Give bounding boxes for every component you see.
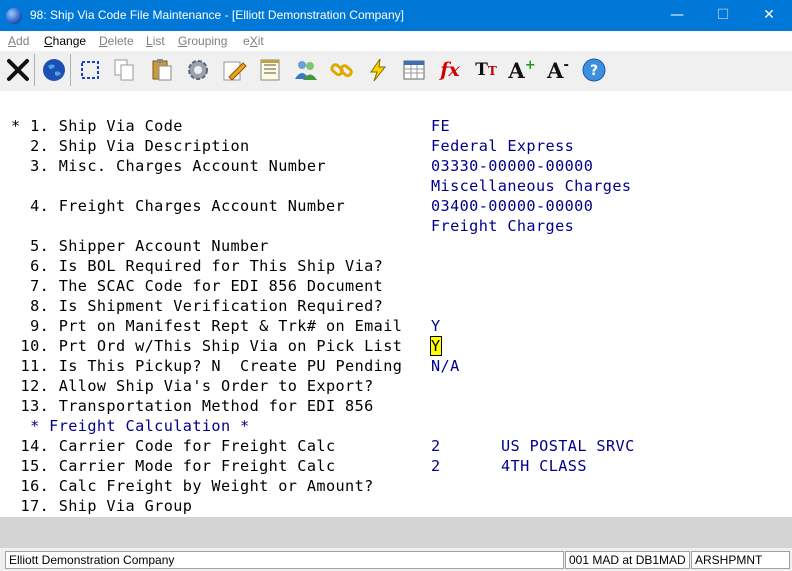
menu-exit[interactable]: eXit	[243, 34, 264, 48]
menu-list[interactable]: List	[146, 34, 165, 48]
spreadsheet-icon[interactable]	[398, 54, 430, 86]
carrier-mode-desc: 4TH CLASS	[501, 457, 587, 475]
copy-icon[interactable]	[108, 54, 140, 86]
misc-charges-account-desc: Miscellaneous Charges	[431, 177, 632, 195]
field-8-label: 8. Is Shipment Verification Required?	[11, 297, 384, 315]
field-3-label: 3. Misc. Charges Account Number	[11, 157, 326, 175]
edit-icon[interactable]	[218, 54, 250, 86]
print-pick-list-input[interactable]: Y	[430, 336, 442, 357]
field-12-label: 12. Allow Ship Via's Order to Export?	[11, 377, 374, 395]
menu-grouping[interactable]: Grouping	[178, 34, 227, 48]
freight-calculation-heading: * Freight Calculation *	[11, 417, 250, 435]
ship-via-description-value[interactable]: Federal Express	[431, 137, 574, 157]
help-icon[interactable]: ?	[578, 54, 610, 86]
toolbar: fx TT A + A- ?	[0, 51, 792, 92]
freight-charges-account-value[interactable]: 03400-00000-00000	[431, 197, 593, 217]
minimize-button[interactable]: —	[654, 0, 700, 31]
field-9-label: 9. Prt on Manifest Rept & Trk# on Email	[11, 317, 403, 335]
status-bar: Elliott Demonstration Company 001 MAD at…	[0, 548, 792, 571]
field-11-label: 11. Is This Pickup? N Create PU Pending	[11, 357, 403, 375]
field-7-label: 7. The SCAC Code for EDI 856 Document	[11, 277, 384, 295]
link-icon[interactable]	[326, 54, 358, 86]
font-increase-icon[interactable]: A +	[506, 54, 538, 86]
field-13-label: 13. Transportation Method for EDI 856	[11, 397, 374, 415]
field-1-label: * 1. Ship Via Code	[11, 117, 183, 135]
field-4-label: 4. Freight Charges Account Number	[11, 197, 346, 215]
menu-bar: Add Change Delete List Grouping eXit	[0, 31, 792, 51]
close-window-button[interactable]: ✕	[746, 0, 792, 31]
font-decrease-icon[interactable]: A-	[542, 54, 574, 86]
field-5-label: 5. Shipper Account Number	[11, 237, 269, 255]
globe-icon[interactable]	[38, 54, 71, 86]
field-10-label: 10. Prt Ord w/This Ship Via on Pick List	[11, 337, 403, 355]
freight-charges-account-desc: Freight Charges	[431, 217, 575, 235]
svg-text:?: ?	[590, 63, 598, 79]
status-session: 001 MAD at DB1MAD	[565, 551, 690, 569]
app-icon	[6, 8, 22, 24]
menu-change[interactable]: Change	[44, 34, 86, 48]
title-bar: 98: Ship Via Code File Maintenance - [El…	[0, 0, 792, 31]
notes-icon[interactable]	[254, 54, 286, 86]
settings-icon[interactable]	[182, 54, 214, 86]
status-company: Elliott Demonstration Company	[5, 551, 564, 569]
paste-icon[interactable]	[146, 54, 178, 86]
carrier-code-desc: US POSTAL SRVC	[501, 437, 635, 455]
lightning-icon[interactable]	[362, 54, 394, 86]
menu-delete[interactable]: Delete	[99, 34, 134, 48]
misc-charges-account-value[interactable]: 03330-00000-00000	[431, 157, 593, 177]
message-area	[0, 517, 792, 548]
menu-add[interactable]: Add	[8, 34, 29, 48]
status-program: ARSHPMNT	[691, 551, 790, 569]
select-icon[interactable]	[74, 54, 106, 86]
window-title: 98: Ship Via Code File Maintenance - [El…	[30, 8, 404, 22]
print-manifest-value[interactable]: Y	[431, 317, 441, 337]
field-6-label: 6. Is BOL Required for This Ship Via?	[11, 257, 384, 275]
ship-via-code-value[interactable]: FE	[431, 117, 450, 137]
text-size-icon[interactable]: TT	[470, 54, 502, 86]
function-icon[interactable]: fx	[434, 54, 466, 86]
carrier-mode-value[interactable]: 2	[431, 457, 441, 477]
maintenance-form: * 1. Ship Via Code FE 2. Ship Via Descri…	[0, 91, 792, 517]
close-icon[interactable]	[2, 54, 35, 86]
maximize-button[interactable]: ☐	[700, 0, 746, 31]
field-16-label: 16. Calc Freight by Weight or Amount?	[11, 477, 374, 495]
field-14-label: 14. Carrier Code for Freight Calc	[11, 437, 336, 455]
carrier-code-value[interactable]: 2	[431, 437, 441, 457]
field-17-label: 17. Ship Via Group	[11, 497, 193, 515]
field-2-label: 2. Ship Via Description	[11, 137, 250, 155]
users-icon[interactable]	[290, 54, 322, 86]
pickup-pending-value[interactable]: N/A	[431, 357, 460, 377]
field-15-label: 15. Carrier Mode for Freight Calc	[11, 457, 336, 475]
